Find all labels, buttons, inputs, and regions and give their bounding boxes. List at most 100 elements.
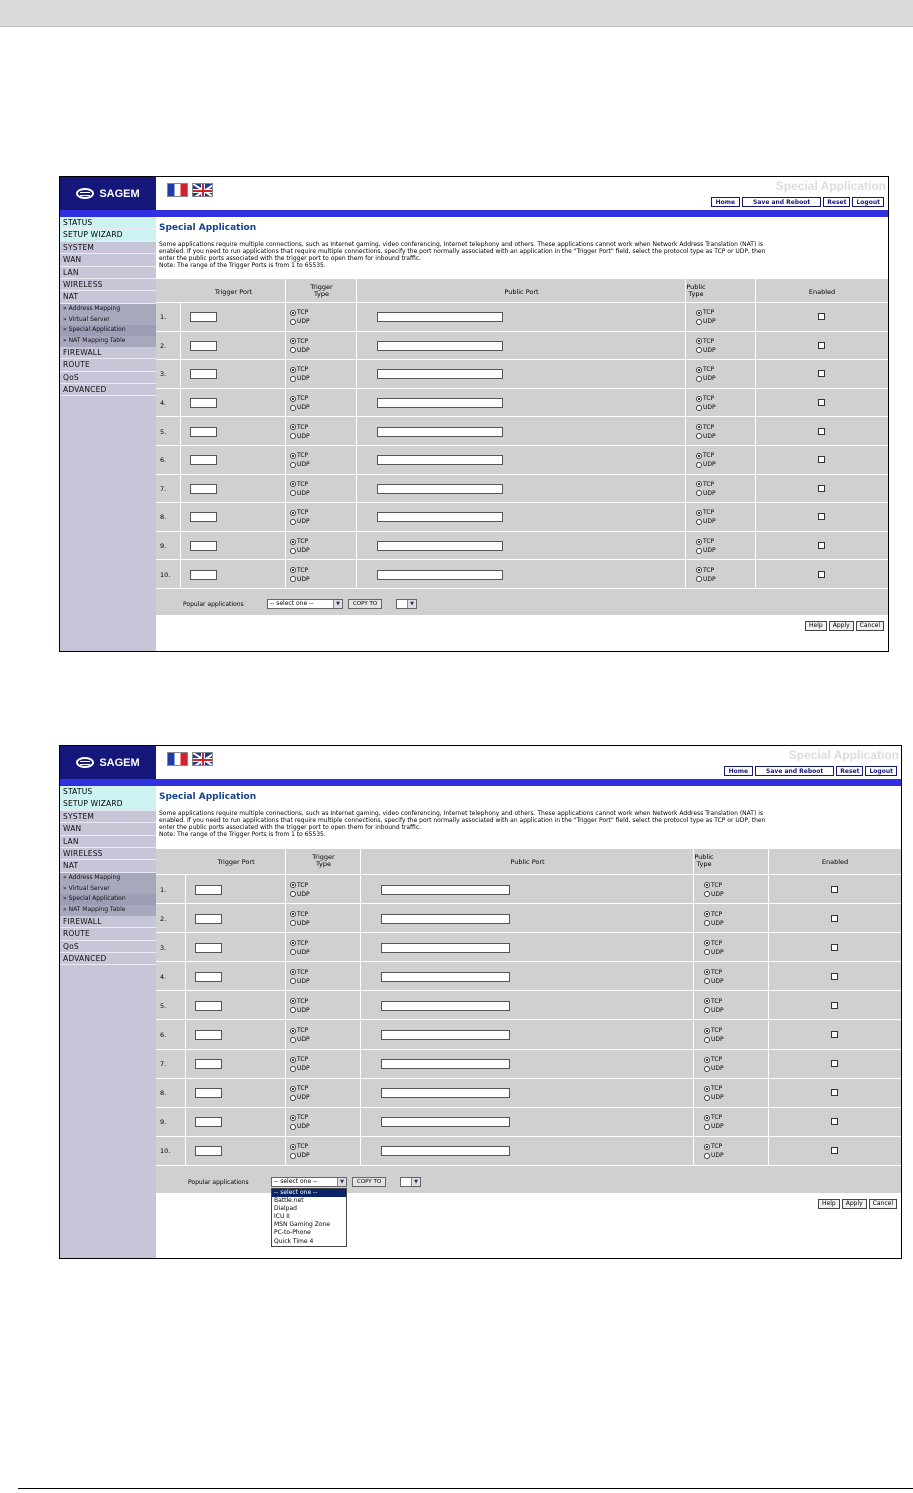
public-port-input[interactable] (377, 340, 503, 351)
trigger-port-input[interactable] (190, 569, 217, 580)
public-port-input[interactable] (377, 455, 503, 466)
trigger-udp-radio[interactable]: UDP (290, 1065, 310, 1072)
trigger-port-input[interactable] (190, 426, 217, 437)
sidebar-item-0[interactable]: STATUS (60, 786, 156, 799)
popular-applications-select[interactable]: -- select one -- ▼ (267, 599, 343, 609)
public-udp-radio[interactable]: UDP (704, 1036, 724, 1043)
trigger-tcp-radio[interactable]: TCP (290, 940, 308, 947)
public-tcp-radio[interactable]: TCP (704, 998, 722, 1005)
uk-flag-icon[interactable] (192, 752, 213, 766)
enabled-checkbox[interactable] (831, 972, 838, 980)
sidebar-item-1[interactable]: SETUP WIZARD (60, 798, 156, 811)
dropdown-option[interactable]: PC-to-Phone (272, 1229, 346, 1237)
public-udp-radio[interactable]: UDP (704, 920, 724, 927)
public-port-input[interactable] (381, 1030, 510, 1041)
sidebar-item-after-0[interactable]: FIREWALL (60, 347, 156, 360)
enabled-checkbox[interactable] (831, 1031, 838, 1039)
trigger-port-input[interactable] (190, 398, 217, 409)
home-button[interactable]: Home (710, 197, 741, 207)
public-tcp-radio[interactable]: TCP (696, 366, 714, 373)
sidebar-item-after-3[interactable]: ADVANCED (60, 953, 156, 966)
public-tcp-radio[interactable]: TCP (704, 1027, 722, 1034)
public-udp-radio[interactable]: UDP (696, 433, 716, 440)
trigger-port-input[interactable] (195, 1030, 222, 1041)
trigger-port-input[interactable] (190, 512, 217, 523)
sidebar-subitem-0[interactable]: » Address Mapping (60, 872, 156, 884)
sidebar-subitem-1[interactable]: » Virtual Server (60, 883, 156, 895)
trigger-tcp-radio[interactable]: TCP (290, 481, 308, 488)
public-udp-radio[interactable]: UDP (704, 1094, 724, 1101)
public-tcp-radio[interactable]: TCP (704, 1085, 722, 1092)
sidebar-item-6[interactable]: NAT (60, 860, 156, 873)
public-tcp-radio[interactable]: TCP (704, 940, 722, 947)
public-tcp-radio[interactable]: TCP (696, 338, 714, 345)
trigger-port-input[interactable] (195, 942, 222, 953)
enabled-checkbox[interactable] (831, 885, 838, 893)
public-udp-radio[interactable]: UDP (696, 461, 716, 468)
public-port-input[interactable] (377, 312, 503, 323)
sidebar-item-after-3[interactable]: ADVANCED (60, 384, 156, 397)
popular-applications-select[interactable]: -- select one -- ▼ (271, 1176, 347, 1187)
trigger-tcp-radio[interactable]: TCP (290, 366, 308, 373)
public-tcp-radio[interactable]: TCP (704, 969, 722, 976)
trigger-udp-radio[interactable]: UDP (290, 547, 310, 554)
dropdown-option[interactable]: ICU II (272, 1213, 346, 1221)
trigger-port-input[interactable] (190, 483, 217, 494)
trigger-udp-radio[interactable]: UDP (290, 1152, 310, 1159)
trigger-udp-radio[interactable]: UDP (290, 1036, 310, 1043)
public-udp-radio[interactable]: UDP (696, 576, 716, 583)
public-udp-radio[interactable]: UDP (704, 1123, 724, 1130)
trigger-udp-radio[interactable]: UDP (290, 978, 310, 985)
uk-flag-icon[interactable] (192, 183, 213, 197)
public-port-input[interactable] (377, 541, 503, 552)
sidebar-item-after-0[interactable]: FIREWALL (60, 916, 156, 929)
dropdown-option[interactable]: Quick Time 4 (272, 1238, 346, 1246)
trigger-tcp-radio[interactable]: TCP (290, 424, 308, 431)
enabled-checkbox[interactable] (831, 1118, 838, 1126)
public-udp-radio[interactable]: UDP (704, 1152, 724, 1159)
trigger-tcp-radio[interactable]: TCP (290, 969, 308, 976)
public-udp-radio[interactable]: UDP (704, 949, 724, 956)
trigger-tcp-radio[interactable]: TCP (290, 882, 308, 889)
trigger-port-input[interactable] (190, 369, 217, 380)
enabled-checkbox[interactable] (818, 570, 825, 578)
trigger-port-input[interactable] (195, 1146, 222, 1157)
enabled-checkbox[interactable] (818, 370, 825, 378)
trigger-port-input[interactable] (195, 1088, 222, 1099)
home-button[interactable]: Home (723, 766, 754, 776)
sidebar-subitem-2[interactable]: » Special Application (60, 894, 156, 906)
trigger-tcp-radio[interactable]: TCP (290, 1143, 308, 1150)
trigger-port-input[interactable] (190, 455, 217, 466)
enabled-checkbox[interactable] (831, 1089, 838, 1097)
trigger-port-input[interactable] (195, 913, 222, 924)
trigger-udp-radio[interactable]: UDP (290, 1123, 310, 1130)
dropdown-option[interactable]: -- select one -- (272, 1188, 346, 1197)
trigger-udp-radio[interactable]: UDP (290, 891, 310, 898)
help-button[interactable]: Help (805, 621, 827, 631)
trigger-udp-radio[interactable]: UDP (290, 347, 310, 354)
trigger-udp-radio[interactable]: UDP (290, 1007, 310, 1014)
public-tcp-radio[interactable]: TCP (704, 1114, 722, 1121)
trigger-udp-radio[interactable]: UDP (290, 949, 310, 956)
sidebar-item-4[interactable]: LAN (60, 267, 156, 279)
trigger-port-input[interactable] (195, 1000, 222, 1011)
public-tcp-radio[interactable]: TCP (696, 567, 714, 574)
sidebar-item-2[interactable]: SYSTEM (60, 242, 156, 255)
trigger-port-input[interactable] (190, 312, 217, 323)
trigger-udp-radio[interactable]: UDP (290, 433, 310, 440)
trigger-tcp-radio[interactable]: TCP (290, 998, 308, 1005)
enabled-checkbox[interactable] (818, 427, 825, 435)
sidebar-item-2[interactable]: SYSTEM (60, 811, 156, 824)
sidebar-subitem-1[interactable]: » Virtual Server (60, 314, 156, 326)
enabled-checkbox[interactable] (831, 1060, 838, 1068)
trigger-udp-radio[interactable]: UDP (290, 1094, 310, 1101)
dropdown-option[interactable]: Battle.net (272, 1197, 346, 1205)
public-port-input[interactable] (381, 1000, 510, 1011)
sidebar-item-after-2[interactable]: QoS (60, 941, 156, 954)
french-flag-icon[interactable] (167, 752, 188, 766)
enabled-checkbox[interactable] (818, 542, 825, 550)
enabled-checkbox[interactable] (818, 399, 825, 407)
public-tcp-radio[interactable]: TCP (704, 1056, 722, 1063)
public-port-input[interactable] (381, 884, 510, 895)
copy-to-row-select[interactable]: ▼ (396, 599, 417, 609)
